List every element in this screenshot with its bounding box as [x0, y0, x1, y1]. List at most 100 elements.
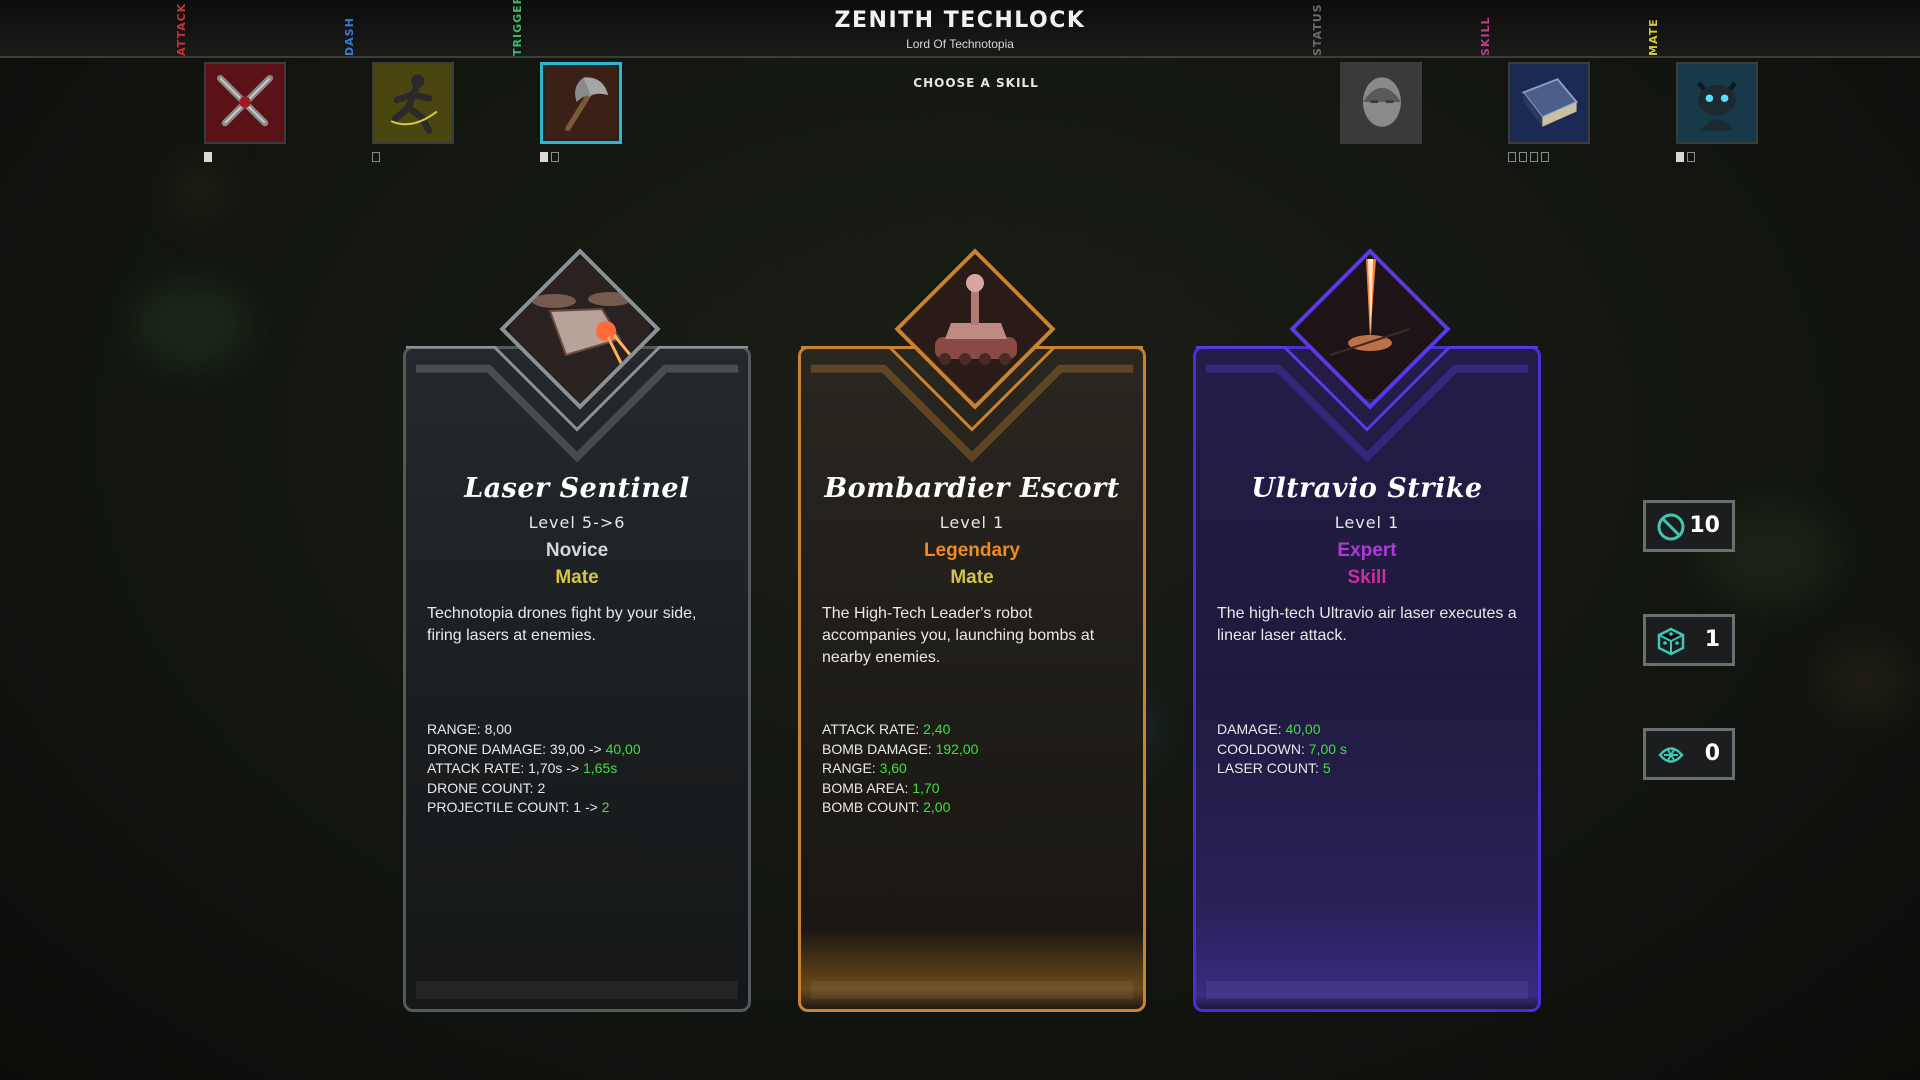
card-type: Skill [1347, 567, 1387, 588]
level-pip [540, 152, 548, 162]
card-type: Mate [950, 567, 994, 588]
axe-icon[interactable] [540, 62, 622, 144]
stat-label: DRONE COUNT: [427, 779, 534, 796]
stat-label: RANGE: [427, 721, 481, 737]
slot-label: TRIGGER [511, 0, 524, 56]
slot-label: SKILL [1479, 16, 1492, 56]
choose-skill-prompt: CHOOSE A SKILL [913, 76, 1039, 90]
stat-new: 40,00 [605, 740, 641, 757]
card-title: Bombardier Escort [824, 473, 1120, 504]
stat-value: 2 [537, 779, 546, 796]
slot-level-pips [1508, 152, 1549, 162]
skill-card[interactable]: Laser Sentinel Level 5->6 Novice Mate Techno… [403, 248, 751, 1012]
skill-card[interactable]: Ultravio Strike Level 1 Expert Skill The hig… [1193, 248, 1541, 1012]
card-rarity: Legendary [923, 540, 1021, 561]
stat-row: BOMB COUNT: 2,00 [822, 798, 1132, 818]
stat-arrow: -> [588, 740, 602, 757]
resource-count: 0 [1704, 741, 1720, 766]
character-name: ZENITH TECHLOCK [834, 8, 1086, 33]
stat-label: ATTACK RATE: [427, 760, 525, 776]
slot-level-pips [372, 152, 380, 162]
stat-value: 39,00 [549, 740, 585, 757]
skip-icon [1656, 740, 1686, 770]
banish-icon [1656, 512, 1686, 542]
stat-new: 3,60 [879, 760, 907, 776]
stat-new: 1,70 [912, 779, 940, 796]
slot-label: MATE [1647, 18, 1660, 56]
card-level: Level 1 [939, 513, 1005, 532]
spellbook-icon[interactable] [1508, 62, 1590, 144]
card-stats: DAMAGE: 40,00 COOLDOWN: 7,00 s LASER COUNT… [1217, 720, 1527, 779]
reroll-dice-icon [1656, 626, 1686, 656]
stat-arrow: -> [566, 760, 580, 776]
card-title: Laser Sentinel [464, 473, 690, 504]
stat-value: 1 [573, 799, 582, 815]
card-footer-bar [416, 981, 738, 999]
laser-strike-icon [1289, 248, 1451, 410]
stat-row: ATTACK RATE: 2,40 [822, 720, 1132, 740]
card-description: The High-Tech Leader's robot accompanies… [822, 605, 1095, 666]
slot-level-pips [204, 152, 212, 162]
stat-label: PROJECTILE COUNT: [427, 799, 570, 815]
slot-level-pips [1676, 152, 1695, 162]
skip-button[interactable]: 0 [1643, 728, 1735, 780]
card-stats: RANGE: 8,00 DRONE DAMAGE: 39,00 -> 40,00… [427, 720, 737, 818]
stat-label: ATTACK RATE: [822, 721, 920, 737]
card-icon-frame [1289, 248, 1451, 410]
robot-icon[interactable] [1676, 62, 1758, 144]
level-pip [372, 152, 380, 162]
stat-row: RANGE: 3,60 [822, 759, 1132, 779]
card-level: Level 1 [1334, 513, 1400, 532]
stat-new: 192,00 [935, 740, 979, 757]
level-pip [1687, 152, 1695, 162]
stat-row: PROJECTILE COUNT: 1 -> 2 [427, 798, 737, 818]
stat-row: BOMB AREA: 1,70 [822, 779, 1132, 799]
stat-value: 1,70s [528, 760, 563, 776]
level-pip [1519, 152, 1527, 162]
crossed-swords-icon[interactable] [204, 62, 286, 144]
card-footer-bar [811, 981, 1133, 999]
stat-row: COOLDOWN: 7,00 s [1217, 740, 1527, 760]
character-subtitle: Lord Of Technotopia [906, 37, 1014, 51]
skill-card[interactable]: Bombardier Escort Level 1 Legendary Mate The… [798, 248, 1146, 1012]
stat-row: LASER COUNT: 5 [1217, 759, 1527, 779]
laser-drone-icon [499, 248, 661, 410]
slot-level-pips [540, 152, 559, 162]
card-description: The high-tech Ultravio air laser execute… [1217, 605, 1517, 644]
card-level: Level 5->6 [528, 513, 626, 532]
running-figure-icon[interactable] [372, 62, 454, 144]
slot-label: DASH [343, 17, 356, 56]
banish-button[interactable]: 10 [1643, 500, 1735, 552]
stat-new: 1,65s [583, 760, 618, 776]
stat-new: 2,00 [923, 799, 951, 815]
resource-count: 10 [1689, 513, 1720, 538]
slot-label: STATUS [1311, 3, 1324, 56]
stat-label: RANGE: [822, 760, 876, 776]
background-foliage [170, 160, 230, 220]
card-description: Technotopia drones fight by your side, f… [427, 605, 697, 644]
stat-new: 5 [1322, 760, 1331, 776]
card-footer-bar [1206, 981, 1528, 999]
slot-label: ATTACK [175, 2, 188, 56]
stat-row: ATTACK RATE: 1,70s -> 1,65s [427, 759, 737, 779]
stat-arrow: -> [584, 799, 598, 815]
stat-label: DAMAGE: [1217, 721, 1282, 737]
level-pip [551, 152, 559, 162]
stat-row: DRONE DAMAGE: 39,00 -> 40,00 [427, 740, 737, 760]
head-icon[interactable] [1340, 62, 1422, 144]
stat-row: BOMB DAMAGE: 192,00 [822, 740, 1132, 760]
level-pip [1530, 152, 1538, 162]
level-pip [1541, 152, 1549, 162]
stat-new: 2 [601, 799, 610, 815]
resource-count: 1 [1704, 627, 1720, 652]
card-icon-frame [499, 248, 661, 410]
stat-label: LASER COUNT: [1217, 760, 1319, 776]
stat-row: DAMAGE: 40,00 [1217, 720, 1527, 740]
card-stats: ATTACK RATE: 2,40 BOMB DAMAGE: 192,00 RANG… [822, 720, 1132, 818]
card-type: Mate [555, 567, 599, 588]
stat-label: COOLDOWN: [1217, 740, 1305, 757]
stat-new: 2,40 [923, 721, 951, 737]
stat-new: 40,00 [1285, 721, 1321, 737]
card-icon-frame [894, 248, 1056, 410]
reroll-dice-button[interactable]: 1 [1643, 614, 1735, 666]
